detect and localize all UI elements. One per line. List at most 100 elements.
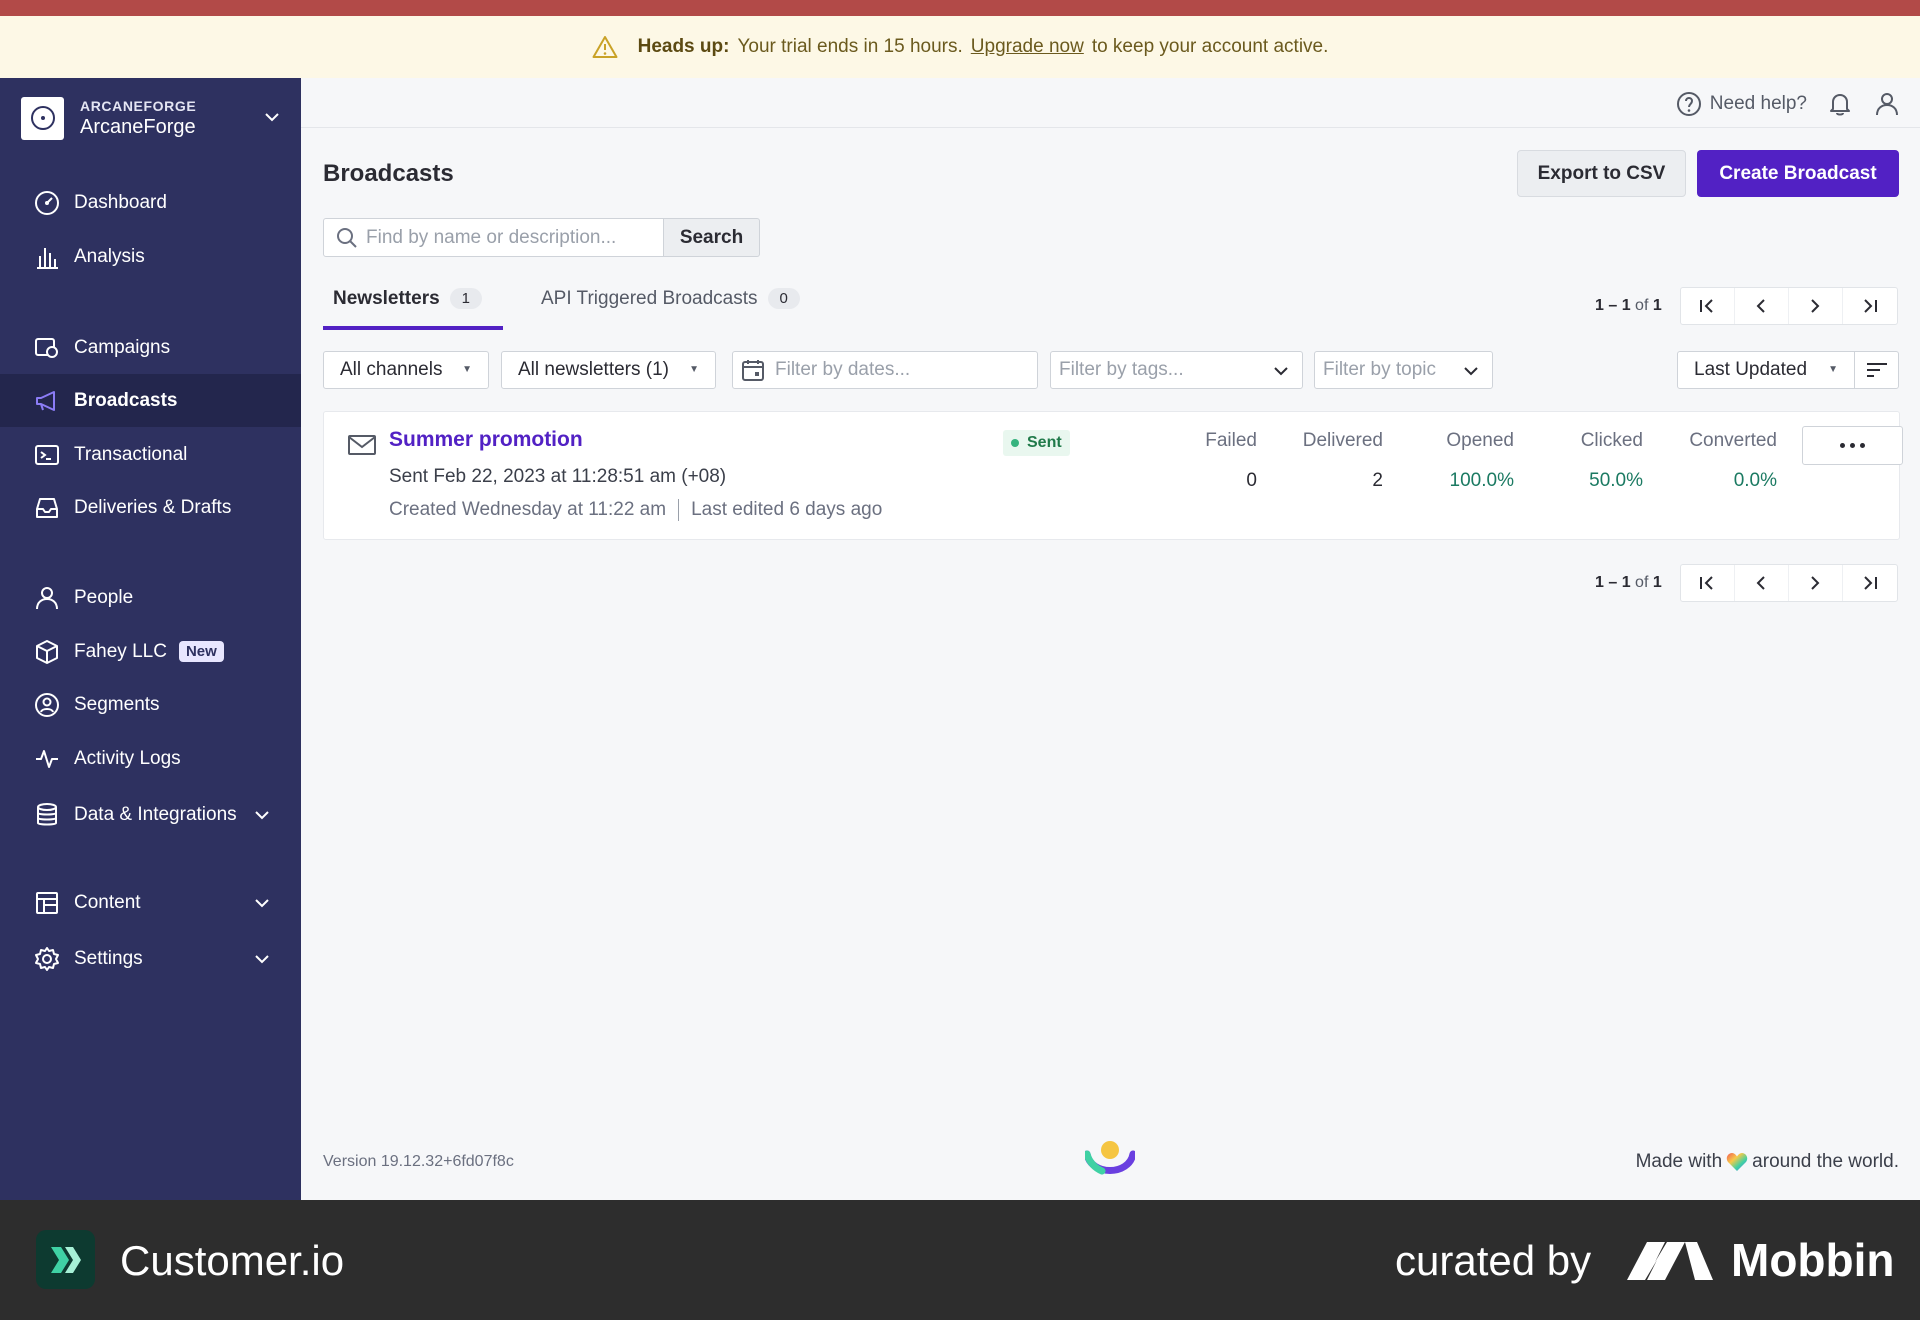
customerio-mark-icon (1085, 1140, 1135, 1178)
sidebar-item-label: Broadcasts (74, 389, 178, 411)
version-label: Version 19.12.32+6fd07f8c (323, 1153, 514, 1170)
workspace-name: ArcaneForge (80, 115, 196, 138)
sidebar-item-settings[interactable]: Settings (0, 932, 301, 985)
top-header: Need help? (301, 78, 1920, 128)
filter-bar: All channels ▼ All newsletters (1) ▼ Filte… (323, 351, 1899, 389)
channels-select[interactable]: All channels ▼ (323, 351, 489, 389)
tab-count: 0 (767, 288, 800, 309)
sidebar-item-transactional[interactable]: Transactional (0, 428, 301, 481)
last-page-button[interactable] (1843, 288, 1897, 324)
user-icon[interactable] (1874, 91, 1900, 117)
chevron-down-icon (253, 894, 271, 912)
sidebar-item-label: Activity Logs (74, 747, 181, 769)
segments-icon (34, 692, 60, 718)
banner-text-after: to keep your account active. (1091, 36, 1329, 57)
mobbin-logo-icon (1625, 1240, 1715, 1282)
chevron-down-icon (253, 806, 271, 824)
tab-newsletters[interactable]: Newsletters 1 (323, 288, 503, 330)
sidebar-item-campaigns[interactable]: Campaigns (0, 321, 301, 374)
sidebar-item-label: Campaigns (74, 336, 171, 358)
metric-failed: Failed 0 (1205, 430, 1257, 491)
banner-text: Your trial ends in 15 hours. (737, 36, 963, 57)
caret-down-icon: ▼ (689, 364, 699, 375)
search-bar: Search (323, 218, 760, 257)
sidebar-item-deliveries[interactable]: Deliveries & Drafts (0, 481, 301, 534)
sidebar-item-label: Dashboard (74, 191, 167, 213)
new-badge: New (178, 641, 224, 662)
main-content: Need help? Broadcasts Export to CSV Crea… (301, 78, 1920, 1200)
search-field[interactable] (323, 218, 664, 257)
tab-label: Newsletters (333, 288, 440, 309)
prev-page-button[interactable] (1735, 288, 1789, 324)
tab-count: 1 (449, 288, 483, 309)
mobbin-name: Mobbin (1731, 1234, 1895, 1286)
sort-select[interactable]: Last Updated ▼ (1677, 351, 1855, 389)
next-page-button[interactable] (1789, 288, 1843, 324)
upgrade-link[interactable]: Upgrade now (971, 36, 1084, 58)
trial-banner: Heads up: Your trial ends in 15 hours. U… (0, 16, 1920, 78)
topic-filter-select[interactable]: Filter by topic (1314, 351, 1493, 389)
sent-date: Sent Feb 22, 2023 at 11:28:51 am (+08) (389, 466, 727, 487)
sidebar-item-people[interactable]: People (0, 571, 301, 624)
pagination-label: 1 – 1 of 1 (1595, 574, 1662, 591)
workspace-logo (21, 96, 64, 140)
metric-converted: Converted 0.0% (1689, 430, 1777, 491)
metric-delivered: Delivered 2 (1302, 430, 1383, 491)
first-page-button[interactable] (1681, 565, 1735, 601)
question-icon (1676, 91, 1702, 117)
more-actions-button[interactable] (1802, 426, 1903, 465)
broadcast-name-link[interactable]: Summer promotion (389, 428, 583, 452)
status-dot (1011, 439, 1019, 447)
tab-api-triggered[interactable]: API Triggered Broadcasts 0 (531, 288, 810, 330)
box-icon (34, 639, 60, 665)
campaigns-icon (34, 335, 60, 361)
page-title: Broadcasts (323, 160, 454, 187)
terminal-icon (34, 442, 60, 468)
sidebar-item-dashboard[interactable]: Dashboard (0, 176, 301, 229)
caret-down-icon: ▼ (1828, 364, 1838, 375)
next-page-button[interactable] (1789, 565, 1843, 601)
sidebar-item-segments[interactable]: Segments (0, 678, 301, 731)
chevron-down-icon (253, 950, 271, 968)
sidebar-item-label: Deliveries & Drafts (74, 496, 232, 518)
sort-order-button[interactable] (1854, 351, 1899, 389)
sidebar-item-fahey-llc[interactable]: Fahey LLC New (0, 625, 301, 678)
search-button[interactable]: Search (664, 218, 760, 257)
sidebar-item-label: Fahey LLC (74, 640, 167, 662)
sidebar-item-label: Transactional (74, 443, 188, 465)
caret-down-icon: ▼ (462, 364, 472, 375)
warning-icon (592, 35, 618, 59)
made-with-note: Made with around the world. (1635, 1151, 1899, 1172)
sort-icon (1866, 361, 1888, 379)
sidebar-item-activity-logs[interactable]: Activity Logs (0, 732, 301, 785)
create-broadcast-button[interactable]: Create Broadcast (1697, 150, 1899, 197)
sidebar-item-data-integrations[interactable]: Data & Integrations (0, 788, 301, 841)
customerio-logo-icon (36, 1230, 95, 1289)
tags-filter-select[interactable]: Filter by tags... (1050, 351, 1303, 389)
brand-name: Customer.io (120, 1237, 345, 1284)
newsletters-select[interactable]: All newsletters (1) ▼ (501, 351, 716, 389)
banner-heading: Heads up: (637, 36, 730, 57)
first-page-button[interactable] (1681, 288, 1735, 324)
pagination-bottom: 1 – 1 of 1 (1595, 564, 1898, 602)
chevron-down-icon (263, 108, 281, 126)
megaphone-icon (34, 388, 60, 414)
broadcast-row[interactable]: Summer promotion Sent Feb 22, 2023 at 11… (323, 411, 1903, 540)
search-input[interactable] (366, 226, 646, 249)
sidebar-item-broadcasts[interactable]: Broadcasts (0, 374, 301, 427)
workspace-switcher[interactable]: ARCANEFORGE ArcaneForge (21, 96, 281, 140)
sidebar-item-analysis[interactable]: Analysis (0, 230, 301, 283)
prev-page-button[interactable] (1735, 565, 1789, 601)
person-icon (34, 585, 60, 611)
status-badge: Sent (1003, 430, 1070, 456)
tab-label: API Triggered Broadcasts (541, 288, 758, 309)
sidebar-item-label: Data & Integrations (74, 803, 237, 825)
date-filter-input[interactable]: Filter by dates... (732, 351, 1038, 389)
bell-icon[interactable] (1828, 91, 1852, 117)
last-page-button[interactable] (1843, 565, 1897, 601)
sidebar-item-content[interactable]: Content (0, 876, 301, 929)
sidebar-item-label: Analysis (74, 245, 145, 267)
pagination-label: 1 – 1 of 1 (1595, 297, 1662, 314)
export-csv-button[interactable]: Export to CSV (1517, 150, 1686, 197)
help-link[interactable]: Need help? (1676, 91, 1807, 117)
